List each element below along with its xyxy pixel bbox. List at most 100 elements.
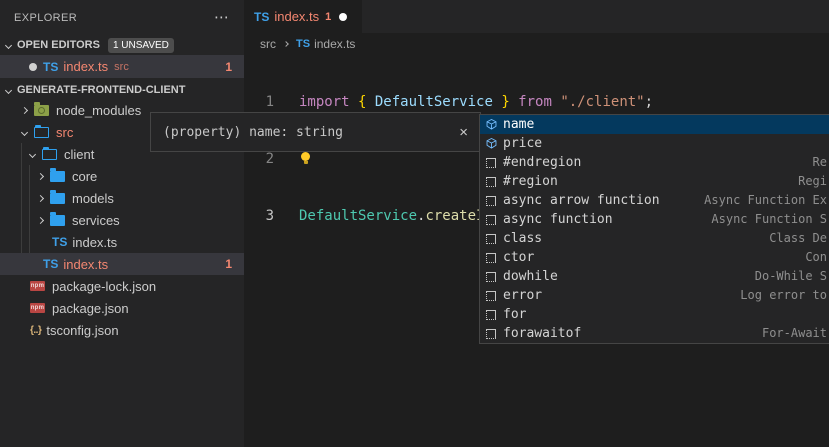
editor-tab-bar: TS index.ts 1 (244, 0, 829, 33)
suggestion-name[interactable]: name (480, 115, 829, 134)
workspace-label: GENERATE-FRONTEND-CLIENT (17, 84, 185, 96)
suggestion-label: class (503, 231, 542, 246)
npm-file-icon: npm (30, 303, 45, 313)
open-editors-section-header[interactable]: OPEN EDITORS 1 UNSAVED (0, 36, 244, 54)
suggestion-forawaitof[interactable]: forawaitof For-Await (480, 324, 829, 343)
open-editor-path: src (114, 61, 129, 73)
suggestion-price[interactable]: price (480, 134, 829, 153)
tree-item-tsconfig-json[interactable]: {..} tsconfig.json (0, 319, 244, 341)
code-token: from (510, 94, 561, 110)
suggestion-async-arrow-function[interactable]: async arrow function Async Function Ex (480, 191, 829, 210)
suggest-details-text: (property) name: string (163, 125, 343, 140)
suggestion-label: error (503, 288, 542, 303)
workspace-section-header[interactable]: GENERATE-FRONTEND-CLIENT (0, 81, 244, 99)
open-folder-icon (42, 149, 57, 160)
breadcrumb: src TS index.ts (244, 33, 829, 55)
code-line-1: 1import { DefaultService } from "./clien… (244, 93, 829, 112)
close-icon[interactable]: × (459, 124, 468, 141)
code-token: import (299, 94, 358, 110)
tree-item-label: src (56, 125, 73, 140)
code-token: ; (645, 94, 653, 110)
code-token: DefaultService (299, 208, 417, 224)
suggestion-detail: Re (813, 153, 827, 172)
snippet-icon (483, 193, 499, 209)
tree-item-label: node_modules (56, 103, 141, 118)
chevron-down-icon (5, 41, 12, 48)
more-actions-icon[interactable]: ⋯ (214, 13, 230, 23)
vscode-window: EXPLORER ⋯ OPEN EDITORS 1 UNSAVED TS ind… (0, 0, 829, 447)
tree-item-label: services (72, 213, 120, 228)
chevron-down-icon (29, 150, 36, 157)
breadcrumb-folder[interactable]: src (260, 37, 276, 51)
line-number: 3 (244, 207, 290, 226)
problems-count-badge: 1 (225, 257, 232, 271)
tree-item-services[interactable]: services (0, 209, 244, 231)
suggestion-detail: For-Await (762, 324, 827, 343)
suggestion-label: #endregion (503, 155, 581, 170)
suggestion-detail: Con (805, 248, 827, 267)
suggestion-detail: Async Function Ex (704, 191, 827, 210)
suggestion-label: ctor (503, 250, 534, 265)
tree-item-label: package.json (52, 301, 129, 316)
line-number: 1 (244, 93, 290, 112)
snippet-icon (483, 174, 499, 190)
chevron-down-icon (21, 128, 28, 135)
chevron-right-icon (37, 216, 44, 223)
suggestion-detail: Log error to (740, 286, 827, 305)
tab-filename: index.ts (274, 9, 319, 24)
tree-item-client-index-ts[interactable]: TS index.ts (0, 231, 244, 253)
npm-file-icon: npm (30, 281, 45, 291)
suggestion-detail: Async Function S (711, 210, 827, 229)
tree-item-src-index-ts[interactable]: TS index.ts 1 (0, 253, 244, 275)
suggestion-async-function[interactable]: async function Async Function S (480, 210, 829, 229)
suggestion-detail: Do-While S (755, 267, 827, 286)
unsaved-dot-icon[interactable] (339, 13, 347, 21)
folder-icon (50, 193, 65, 204)
folder-icon (50, 215, 65, 226)
tree-item-label: tsconfig.json (46, 323, 118, 338)
snippet-icon (483, 307, 499, 323)
tree-item-package-lock-json[interactable]: npm package-lock.json (0, 275, 244, 297)
snippet-icon (483, 155, 499, 171)
code-token: "./client" (560, 94, 644, 110)
explorer-sidebar: EXPLORER ⋯ OPEN EDITORS 1 UNSAVED TS ind… (0, 0, 244, 447)
tab-problems-badge: 1 (325, 11, 331, 23)
tree-item-models[interactable]: models (0, 187, 244, 209)
suggestion-endregion[interactable]: #endregion Re (480, 153, 829, 172)
snippet-icon (483, 212, 499, 228)
suggestion-label: name (503, 117, 534, 132)
lightbulb-icon[interactable] (300, 152, 311, 163)
suggestion-for[interactable]: for (480, 305, 829, 324)
breadcrumb-file[interactable]: index.ts (314, 37, 355, 51)
explorer-header: EXPLORER ⋯ (0, 0, 244, 35)
tab-index-ts[interactable]: TS index.ts 1 (244, 0, 362, 33)
open-editor-filename: index.ts (63, 59, 108, 74)
code-token: } (501, 94, 509, 110)
suggestion-label: for (503, 307, 526, 322)
suggestion-dowhile[interactable]: dowhile Do-While S (480, 267, 829, 286)
suggestion-class[interactable]: class Class De (480, 229, 829, 248)
suggestion-error[interactable]: error Log error to (480, 286, 829, 305)
open-folder-icon (34, 127, 49, 138)
node-modules-folder-icon (34, 105, 49, 116)
suggestion-detail: Regi (798, 172, 827, 191)
suggestion-label: async function (503, 212, 613, 227)
suggestion-ctor[interactable]: ctor Con (480, 248, 829, 267)
autocomplete-widget: name price #endregion Re #region Regi as… (479, 114, 829, 344)
tree-item-core[interactable]: core (0, 165, 244, 187)
suggestion-label: price (503, 136, 542, 151)
open-editor-item-index-ts[interactable]: TS index.ts src 1 (0, 55, 244, 78)
explorer-title: EXPLORER (14, 12, 77, 24)
suggestion-label: dowhile (503, 269, 558, 284)
chevron-right-icon (37, 172, 44, 179)
open-editors-label: OPEN EDITORS (17, 39, 100, 51)
suggestion-label: async arrow function (503, 193, 660, 208)
snippet-icon (483, 269, 499, 285)
tree-item-package-json[interactable]: npm package.json (0, 297, 244, 319)
suggestion-region[interactable]: #region Regi (480, 172, 829, 191)
unsaved-badge: 1 UNSAVED (108, 38, 174, 53)
snippet-icon (483, 288, 499, 304)
chevron-right-icon (37, 194, 44, 201)
tree-item-label: models (72, 191, 114, 206)
folder-icon (50, 171, 65, 182)
